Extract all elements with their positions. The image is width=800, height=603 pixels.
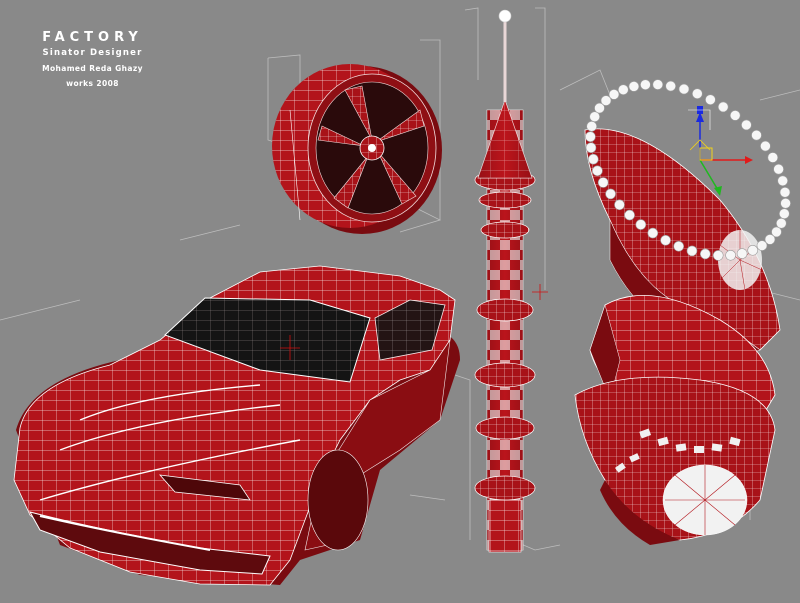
bead (777, 175, 789, 187)
bead (605, 188, 616, 200)
bead (756, 240, 768, 251)
viewport-perspective[interactable]: FACTORY Sinator Designer Mohamed Reda Gh… (0, 0, 800, 603)
credits-subtitle: Sinator Designer (42, 48, 143, 58)
bead (665, 80, 677, 92)
bead (628, 81, 640, 92)
bead (635, 219, 647, 230)
bead (717, 101, 729, 113)
bead (585, 131, 596, 142)
bead (705, 94, 716, 105)
bead (773, 163, 784, 175)
credits-block: FACTORY Sinator Designer Mohamed Reda Gh… (20, 30, 165, 91)
bead (647, 227, 659, 239)
bead (608, 89, 620, 100)
minaret-tower-icon[interactable] (474, 9, 548, 553)
bead (660, 235, 671, 246)
bead (729, 110, 741, 121)
bead (725, 250, 736, 261)
bead (652, 79, 664, 90)
bead (780, 198, 791, 209)
bead (741, 119, 752, 131)
bead (585, 142, 597, 153)
bead (779, 187, 791, 198)
bead (587, 153, 599, 165)
bead (624, 209, 635, 221)
bead (640, 79, 651, 90)
bead (767, 152, 779, 163)
bead (673, 241, 685, 252)
car-model-icon[interactable] (13, 265, 460, 586)
bead (699, 248, 711, 260)
bead (614, 199, 625, 211)
bead (597, 177, 609, 188)
bead (617, 84, 629, 95)
bead (751, 129, 762, 141)
bead (775, 218, 787, 229)
bead (691, 88, 703, 99)
bead (712, 250, 724, 261)
credits-year: works 2008 (66, 79, 119, 88)
bead (678, 83, 690, 95)
bead (760, 140, 771, 152)
credits-title: FACTORY (42, 30, 143, 45)
bead (747, 245, 759, 256)
bead (778, 208, 790, 219)
bead (592, 165, 603, 177)
bead (736, 248, 748, 259)
bead (686, 245, 698, 257)
wheel-rim-icon[interactable] (272, 64, 442, 234)
bead (586, 121, 598, 132)
credits-author: Mohamed Reda Ghazy (42, 64, 143, 73)
abstract-sculpture-icon[interactable] (574, 128, 781, 545)
